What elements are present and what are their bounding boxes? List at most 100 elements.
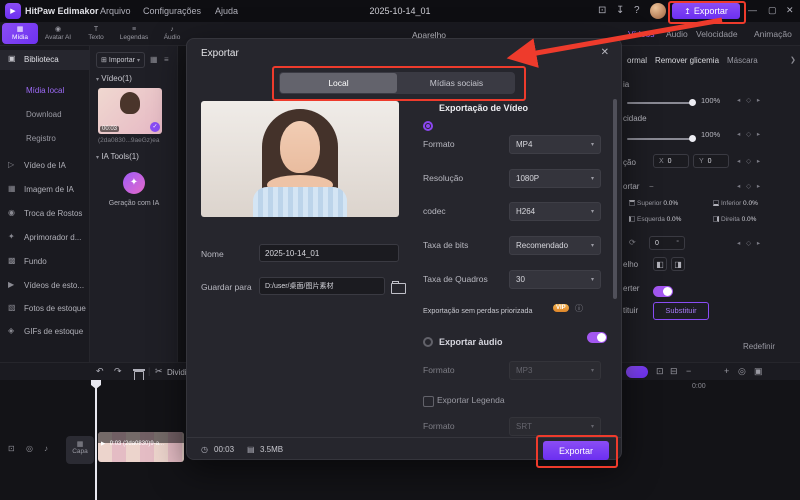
playhead-handle[interactable] xyxy=(91,380,101,389)
overlay-tracks-icon[interactable]: ⊡ xyxy=(656,366,664,377)
panel-tab-velocidade[interactable]: Velocidade xyxy=(696,29,738,39)
name-input[interactable]: 2025-10-14_01 xyxy=(259,244,399,262)
position-x-field[interactable]: X 0 xyxy=(653,154,689,168)
invert-toggle[interactable] xyxy=(653,286,673,297)
scale-slider[interactable] xyxy=(627,135,696,142)
menu-arquivo[interactable]: Arquivo xyxy=(100,6,131,16)
format-select[interactable]: MP4 ▾ xyxy=(509,135,601,154)
crop-left-cell[interactable]: Esquerda 0.0% xyxy=(629,216,681,223)
help-icon[interactable]: ? xyxy=(634,5,640,16)
export-button-top[interactable]: ↥ Exportar xyxy=(672,3,740,19)
resolution-select[interactable]: 1080P ▾ xyxy=(509,169,601,188)
rotation-field[interactable]: 0 ° xyxy=(649,236,685,250)
crop-right-cell[interactable]: Direita 0.0% xyxy=(713,216,756,223)
sidebar-item-download[interactable]: Download xyxy=(26,110,62,119)
tab-midia[interactable]: ▦ Mídia xyxy=(2,23,38,44)
export-button-dialog[interactable]: Exportar xyxy=(543,441,609,460)
subtab-remover[interactable]: Remover glicemia xyxy=(655,56,719,65)
tab-texto[interactable]: T Texto xyxy=(78,23,114,44)
subtab-mascara[interactable]: Máscara xyxy=(727,56,758,65)
dialog-tab-local[interactable]: Local xyxy=(280,73,397,93)
opacity-keyframe-controls[interactable]: ◂ ◇ ▸ xyxy=(737,96,762,104)
dialog-scrollbar[interactable] xyxy=(613,99,617,299)
opacity-slider[interactable] xyxy=(627,99,696,106)
compact-tracks-icon[interactable]: ⊟ xyxy=(670,366,678,377)
cover-button[interactable]: ▦ Capa xyxy=(66,436,94,464)
sidebar-item-registro[interactable]: Registro xyxy=(26,134,56,143)
sidebar-item-biblioteca[interactable]: ▣ Biblioteca xyxy=(0,50,90,70)
save-path-input[interactable]: D:/user/桌面/图片素材 xyxy=(259,277,385,295)
bitrate-select[interactable]: Recomendado ▾ xyxy=(509,236,601,255)
info-icon[interactable]: ⓘ xyxy=(575,303,583,314)
crop-top-cell[interactable]: Superior 0.0% xyxy=(629,200,678,207)
zoom-in-icon[interactable]: + xyxy=(724,366,729,376)
sidebar-item-aprimorador[interactable]: ✦ Aprimorador d... xyxy=(0,230,90,250)
tab-legendas[interactable]: ≡ Legendas xyxy=(116,23,152,44)
flip-vertical-icon[interactable]: ◨ xyxy=(671,257,685,271)
panel-tab-audio[interactable]: Áudio xyxy=(666,29,688,39)
subtab-normal[interactable]: ormal xyxy=(627,56,647,65)
subtitle-export-checkbox[interactable] xyxy=(423,396,434,407)
dialog-close-icon[interactable]: ✕ xyxy=(601,47,609,58)
panel-tab-videos[interactable]: Vídeos xyxy=(628,29,654,39)
sidebar-item-gifs-estoque[interactable]: ◈ GIFs de estoque xyxy=(0,324,90,344)
minimize-button[interactable]: — xyxy=(748,5,757,15)
codec-select[interactable]: H264 ▾ xyxy=(509,202,601,221)
panel-tab-animacao[interactable]: Animação xyxy=(754,29,798,39)
playhead[interactable] xyxy=(95,380,97,500)
zoom-out-icon[interactable]: − xyxy=(686,366,691,376)
track-audio-icon[interactable]: ♪ xyxy=(44,444,48,453)
browse-folder-icon[interactable] xyxy=(391,281,406,294)
media-thumbnail[interactable]: 00:03 ✓ xyxy=(98,88,162,134)
menu-ajuda[interactable]: Ajuda xyxy=(215,6,238,16)
audio-export-radio[interactable] xyxy=(423,337,433,347)
rotate-icon[interactable]: ⟳ xyxy=(629,238,636,247)
selected-check-icon[interactable]: ✓ xyxy=(150,122,160,132)
framerate-select[interactable]: 30 ▾ xyxy=(509,270,601,289)
timeline-clip[interactable]: ▶ 0:03 (2da0830)9-a... xyxy=(98,432,184,462)
video-group-header[interactable]: ▾ Vídeo(1) xyxy=(96,74,132,83)
list-view-icon[interactable]: ≡ xyxy=(164,55,169,64)
sidebar-item-fotos-estoque[interactable]: ▧ Fotos de estoque xyxy=(0,301,90,321)
track-eye-icon[interactable]: ◎ xyxy=(26,444,33,453)
close-window-button[interactable]: ✕ xyxy=(786,5,794,16)
track-sticker-icon[interactable]: ⊡ xyxy=(8,444,15,453)
sidebar-item-videos-estoque[interactable]: ▶ Vídeos de esto... xyxy=(0,278,90,298)
crop-collapse-icon[interactable]: − xyxy=(649,182,654,191)
sidebar-item-fundo[interactable]: ▩ Fundo xyxy=(0,254,90,274)
preview-mode-toggle[interactable] xyxy=(626,366,648,378)
locate-playhead-icon[interactable]: ◎ xyxy=(738,366,746,377)
ai-tools-group-header[interactable]: ▾ IA Tools(1) xyxy=(96,152,139,161)
import-button[interactable]: ⊞ Importar ▾ xyxy=(96,52,145,68)
rotation-keyframe-controls[interactable]: ◂ ◇ ▸ xyxy=(737,239,762,247)
sidebar-item-video-ia[interactable]: ▷ Vídeo de IA xyxy=(0,158,90,178)
substituir-button[interactable]: Substituir xyxy=(653,302,709,320)
sidebar-item-troca-rostos[interactable]: ◉ Troca de Rostos xyxy=(0,206,90,226)
maximize-button[interactable]: ▢ xyxy=(768,5,777,16)
download-icon[interactable]: ↧ xyxy=(616,5,624,16)
tab-avatar-ai[interactable]: ◉ Avatar AI xyxy=(40,23,76,44)
split-scissors-icon[interactable]: ✂ xyxy=(155,366,163,377)
position-y-field[interactable]: Y 0 xyxy=(693,154,729,168)
redefinir-link[interactable]: Redefinir xyxy=(743,342,775,351)
menu-configuracoes[interactable]: Configurações xyxy=(143,6,201,16)
lossless-toggle[interactable] xyxy=(587,332,607,343)
flip-horizontal-icon[interactable]: ◧ xyxy=(653,257,667,271)
ai-generation-card[interactable]: ✦ Geração com IA xyxy=(100,168,168,224)
subtabs-chevron-icon[interactable]: ❯ xyxy=(790,56,796,64)
crop-bottom-cell[interactable]: Inferior 0.0% xyxy=(713,200,758,207)
sidebar-item-midia-local[interactable]: Mídia local xyxy=(26,86,64,95)
grid-view-icon[interactable]: ▦ xyxy=(150,55,158,64)
position-keyframe-controls[interactable]: ◂ ◇ ▸ xyxy=(737,157,762,165)
tab-audio[interactable]: ♪ Áudio xyxy=(154,23,190,44)
fit-timeline-icon[interactable]: ▣ xyxy=(754,366,763,377)
video-export-radio[interactable] xyxy=(423,121,433,131)
undo-icon[interactable]: ↶ xyxy=(96,366,104,377)
redo-icon[interactable]: ↷ xyxy=(114,366,122,377)
sidebar-item-imagem-ia[interactable]: ▦ Imagem de IA xyxy=(0,182,90,202)
scale-keyframe-controls[interactable]: ◂ ◇ ▸ xyxy=(737,130,762,138)
panel-layout-icon[interactable]: ⊡ xyxy=(598,5,606,16)
dialog-tab-midias-sociais[interactable]: Mídias sociais xyxy=(398,72,515,94)
crop-keyframe-controls[interactable]: ◂ ◇ ▸ xyxy=(737,182,762,190)
avatar[interactable] xyxy=(650,3,666,19)
